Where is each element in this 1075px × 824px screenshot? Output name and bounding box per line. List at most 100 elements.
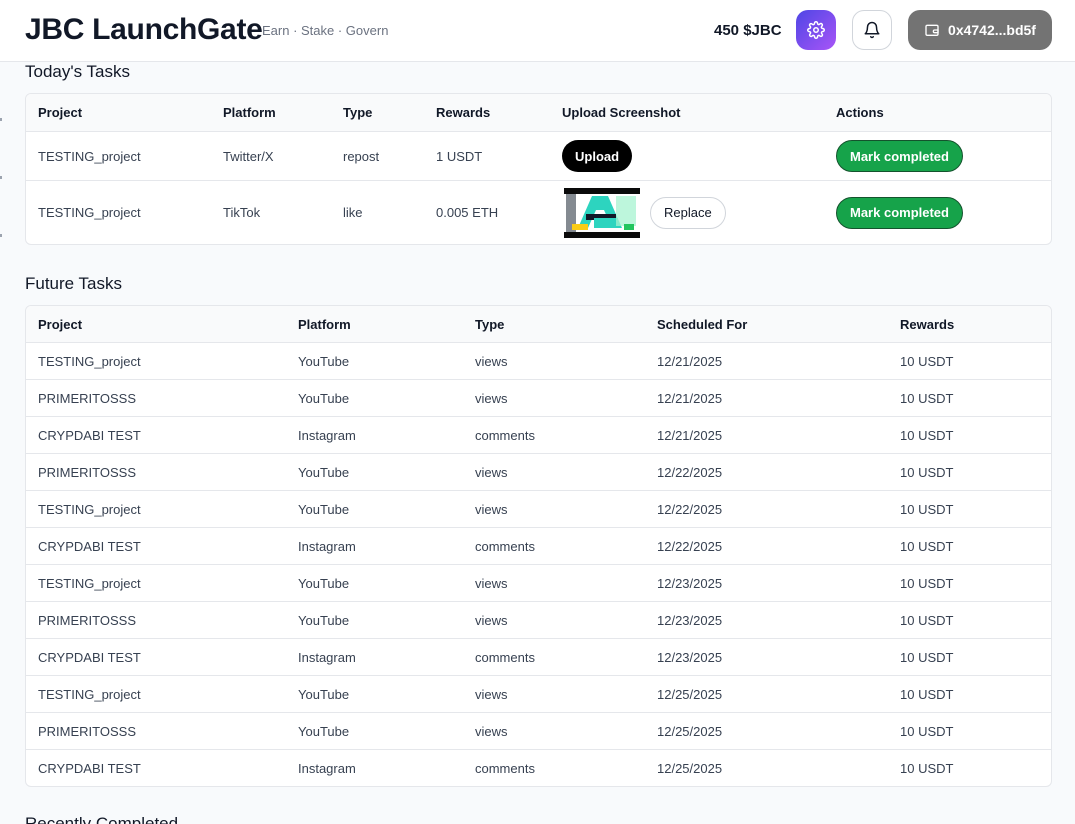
platform-cell: YouTube [298,501,350,517]
table-row: TESTING_project YouTube views 12/22/2025 10 … [26,491,1051,528]
rewards-cell: 0.005 ETH [436,205,499,220]
platform-cell: Twitter/X [223,148,274,164]
upload-cell: Replace [564,181,726,244]
replace-button[interactable]: Replace [650,196,726,229]
platform-cell: Instagram [298,649,356,665]
top-bar: JBC LaunchGate Earn · Stake · Govern 450… [0,0,1075,62]
column-header: Type [475,316,505,332]
scheduled-date-cell: 12/21/2025 [657,390,723,406]
screenshot-thumbnail[interactable] [564,187,640,238]
settings-button[interactable] [796,10,836,50]
wallet-address: 0x4742...bd5f [948,22,1036,38]
platform-cell: Instagram [298,538,356,554]
rewards-cell: 10 USDT [900,612,954,628]
scheduled-date-cell: 12/22/2025 [657,464,723,480]
table-row: TESTING_project YouTube views 12/25/2025 10 … [26,676,1051,713]
column-header: Project [38,105,83,120]
scheduled-date-cell: 12/25/2025 [657,686,723,702]
column-header: Platform [223,105,276,120]
app-title: JBC LaunchGate [25,13,263,46]
project-cell: TESTING_project [38,148,141,164]
column-header: Type [343,105,373,120]
wallet-icon [925,24,939,36]
project-cell: CRYPDABI TEST [38,761,141,776]
notifications-button[interactable] [852,10,892,50]
token-balance: 450 $JBC [714,22,782,39]
scheduled-date-cell: 12/25/2025 [657,761,723,776]
rewards-cell: 10 USDT [900,649,954,665]
scheduled-date-cell: 12/25/2025 [657,723,723,739]
today-tasks-table: Project Platform Type Rewards Upload Scr… [25,93,1052,245]
scheduled-date-cell: 12/21/2025 [657,427,723,443]
rewards-cell: 10 USDT [900,464,954,480]
type-cell: comments [475,649,535,665]
upload-cell: Upload [562,132,633,180]
table-row: TESTING_project Twitter/X repost 1 USDT … [26,132,1051,181]
scheduled-date-cell: 12/21/2025 [657,353,723,369]
type-cell: views [475,353,508,369]
table-row: PRIMERITOSSS YouTube views 12/25/2025 10 USD… [26,713,1051,750]
scheduled-date-cell: 12/22/2025 [657,501,723,517]
table-row: PRIMERITOSSS YouTube views 12/22/2025 10 USD… [26,454,1051,491]
project-cell: CRYPDABI TEST [38,649,141,665]
table-row: PRIMERITOSSS YouTube views 12/21/2025 10 USD… [26,380,1051,417]
platform-cell: Instagram [298,761,356,776]
type-cell: views [475,501,508,517]
column-header: Platform [298,316,351,332]
upload-button[interactable]: Upload [562,140,633,172]
platform-cell: YouTube [298,353,350,369]
project-cell: PRIMERITOSSS [38,723,137,739]
rewards-cell: 10 USDT [900,538,954,554]
table-row: TESTING_project TikTok like 0.005 ETH Re… [26,181,1051,244]
rewards-cell: 10 USDT [900,353,954,369]
type-cell: comments [475,761,535,776]
type-cell: views [475,686,508,702]
type-cell: views [475,575,508,591]
table-row: CRYPDABI TEST Instagram comments 12/23/2025… [26,639,1051,676]
table-row: PRIMERITOSSS YouTube views 12/23/2025 10 USD… [26,602,1051,639]
platform-cell: YouTube [298,390,350,406]
project-cell: TESTING_project [38,686,141,702]
mark-completed-button[interactable]: Mark completed [836,196,963,229]
column-header: Scheduled For [657,316,748,332]
rewards-cell: 10 USDT [900,761,954,776]
table-row: CRYPDABI TEST Instagram comments 12/22/2025… [26,528,1051,565]
column-header: Project [38,316,83,332]
future-tasks-title: Future Tasks [25,274,123,293]
rewards-cell: 1 USDT [436,148,483,164]
table-row: TESTING_project YouTube views 12/23/2025 10 … [26,565,1051,602]
table-row: CRYPDABI TEST Instagram comments 12/25/2025… [26,750,1051,786]
type-cell: repost [343,148,380,164]
rewards-cell: 10 USDT [900,501,954,517]
rewards-cell: 10 USDT [900,390,954,406]
type-cell: like [343,205,363,220]
project-cell: TESTING_project [38,575,141,591]
type-cell: views [475,723,508,739]
platform-cell: Instagram [298,427,356,443]
project-cell: CRYPDABI TEST [38,538,141,554]
actions-cell: Mark completed [836,181,963,244]
scheduled-date-cell: 12/22/2025 [657,538,723,554]
column-header: Upload Screenshot [562,105,681,120]
platform-cell: YouTube [298,575,350,591]
project-cell: PRIMERITOSSS [38,390,137,406]
rewards-cell: 10 USDT [900,427,954,443]
rewards-cell: 10 USDT [900,686,954,702]
mark-completed-button[interactable]: Mark completed [836,140,963,172]
scheduled-date-cell: 12/23/2025 [657,575,723,591]
scheduled-date-cell: 12/23/2025 [657,612,723,628]
table-row: CRYPDABI TEST Instagram comments 12/21/2025… [26,417,1051,454]
type-cell: views [475,464,508,480]
project-cell: PRIMERITOSSS [38,612,137,628]
project-cell: TESTING_project [38,205,141,220]
type-cell: views [475,390,508,406]
rewards-cell: 10 USDT [900,575,954,591]
wallet-button[interactable]: 0x4742...bd5f [908,10,1052,50]
gear-icon [807,21,825,39]
project-cell: PRIMERITOSSS [38,464,137,480]
type-cell: comments [475,538,535,554]
recently-completed-title: Recently Completed [25,814,179,824]
column-header: Actions [836,105,884,120]
column-header: Rewards [436,105,491,120]
table-row: TESTING_project YouTube views 12/21/2025 10 … [26,343,1051,380]
